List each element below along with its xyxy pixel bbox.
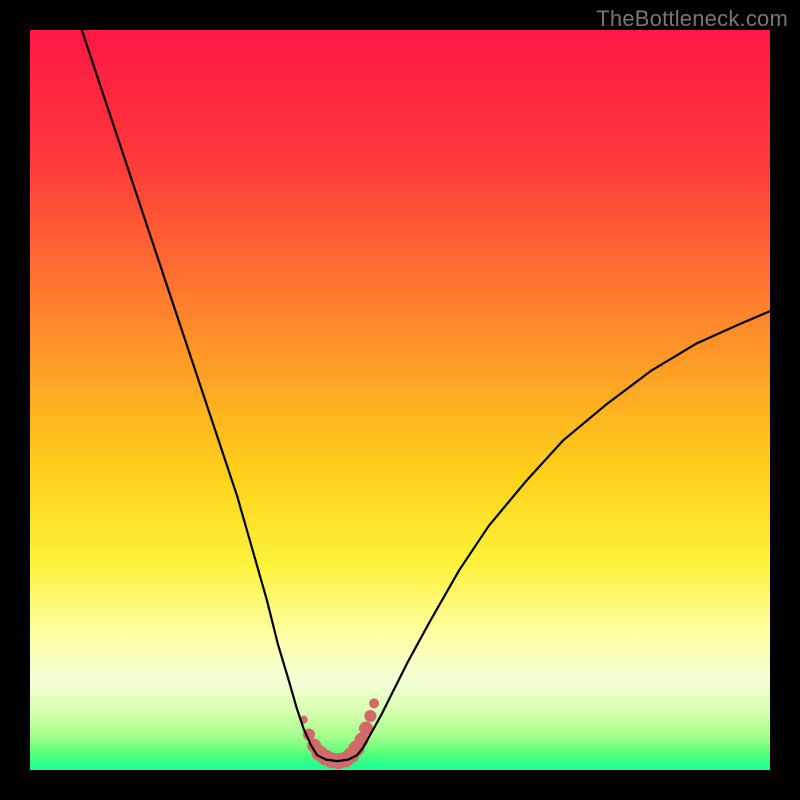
optimum-marker <box>364 710 376 722</box>
optimum-marker <box>369 698 379 708</box>
plot-area <box>30 30 770 770</box>
gradient-background <box>30 30 770 770</box>
chart-svg <box>30 30 770 770</box>
watermark-text: TheBottleneck.com <box>596 6 788 32</box>
outer-frame: TheBottleneck.com <box>0 0 800 800</box>
